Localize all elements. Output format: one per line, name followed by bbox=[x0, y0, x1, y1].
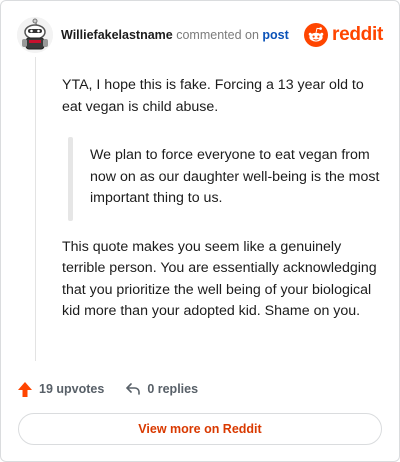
upvote-button[interactable]: 19 upvotes bbox=[17, 381, 104, 398]
reply-button[interactable]: 0 replies bbox=[125, 381, 198, 397]
quote-text: We plan to force everyone to eat vegan f… bbox=[90, 147, 380, 206]
comment-paragraph: YTA, I hope this is fake. Forcing a 13 y… bbox=[62, 77, 364, 115]
upvote-arrow-icon bbox=[18, 381, 32, 397]
username-link[interactable]: Williefakelastname bbox=[61, 28, 173, 42]
upvote-count: 19 upvotes bbox=[39, 382, 105, 396]
comment-body: YTA, I hope this is fake. Forcing a 13 y… bbox=[62, 75, 380, 323]
comment-header: Williefakelastname commented on post red… bbox=[17, 16, 383, 54]
action-text: commented on bbox=[176, 28, 259, 42]
view-more-button[interactable]: View more on Reddit bbox=[18, 413, 382, 445]
snoo-avatar-icon bbox=[17, 17, 53, 53]
comment-actions: 19 upvotes 0 replies bbox=[17, 378, 198, 400]
embedded-comment-card: Williefakelastname commented on post red… bbox=[0, 0, 400, 462]
comment-paragraph: This quote makes you seem like a genuine… bbox=[62, 238, 377, 320]
reply-count: 0 replies bbox=[147, 382, 199, 396]
reddit-brand[interactable]: reddit bbox=[304, 23, 383, 47]
view-more-label: View more on Reddit bbox=[138, 422, 262, 436]
reddit-wordmark: reddit bbox=[332, 24, 383, 45]
user-avatar[interactable] bbox=[17, 17, 53, 53]
reply-arrow-icon bbox=[126, 383, 141, 395]
blockquote: We plan to force everyone to eat vegan f… bbox=[68, 137, 380, 221]
post-link[interactable]: post bbox=[262, 28, 288, 42]
quote-bar bbox=[68, 137, 73, 221]
comment-byline: Williefakelastname commented on post bbox=[61, 28, 289, 42]
thread-line bbox=[35, 57, 36, 361]
reddit-logo-icon bbox=[304, 23, 329, 47]
